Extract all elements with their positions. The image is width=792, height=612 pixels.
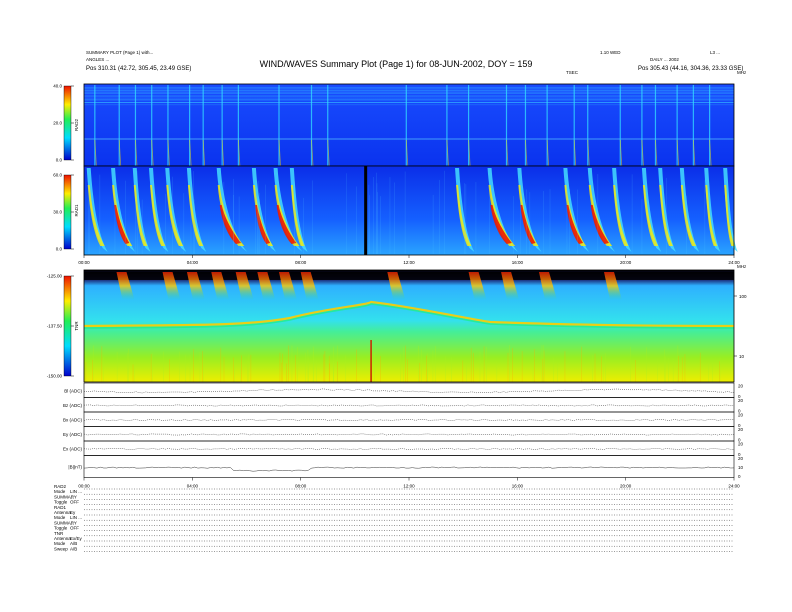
- rad-xtick-label: 04:00: [187, 260, 199, 265]
- rad1-colorbar: [63, 174, 72, 250]
- hk-right-tick: 20: [738, 456, 744, 461]
- ytick-label: -125.00: [47, 274, 63, 279]
- hk-panel-label: Bl (ADC): [64, 388, 82, 393]
- tnr-right-tick: 10: [739, 354, 745, 359]
- hk-right-tick: 10: [738, 465, 744, 470]
- hk-right-tick: 20: [738, 398, 744, 403]
- ytick-label: 0.0: [56, 247, 63, 252]
- rad-xtick-label: 08:00: [295, 260, 307, 265]
- hk-xtick-label: 08:00: [295, 484, 307, 489]
- footer-row-value: OFF: [70, 500, 79, 505]
- rad-xtick-label: 00:00: [78, 260, 90, 265]
- footer-row-value: A/B: [70, 546, 77, 551]
- header-left-line1: SUMMARY PLOT (Page 1) with...: [86, 50, 153, 55]
- summary-plot: WIND/WAVES Summary Plot (Page 1) for 08-…: [47, 50, 747, 552]
- hk-right-tick: 20: [738, 384, 744, 389]
- panel-ylabel: TNR: [74, 321, 79, 331]
- footer-row-value: OFF: [70, 526, 79, 531]
- header-right-line2: L3 ...: [710, 50, 720, 55]
- ytick-label: 30.0: [53, 210, 62, 215]
- hk-right-tick: 20: [738, 413, 744, 418]
- rad-xtick-label: 12:00: [403, 260, 415, 265]
- footer-row-label: Sweep: [54, 546, 68, 551]
- ytick-label: 0.0: [56, 158, 63, 163]
- ytick-label: 60.0: [53, 173, 62, 178]
- ytick-label: -137.50: [47, 324, 63, 329]
- hk-xtick-label: 04:00: [187, 484, 199, 489]
- header-right-line1: 1.10 WED: [600, 50, 621, 55]
- tnr-right-label: MHz: [737, 264, 747, 269]
- header-right-line4: Pos 305.43 (44.16, 304.36, 23.33 GSE): [638, 66, 743, 72]
- hk-right-tick: 20: [738, 442, 744, 447]
- tnr-colorbar: [63, 275, 72, 377]
- tnr-right-tick: 100: [739, 294, 747, 299]
- hk-xtick-label: 16:00: [512, 484, 524, 489]
- panel-ylabel: RAD2: [74, 119, 79, 132]
- plot-title: WIND/WAVES Summary Plot (Page 1) for 08-…: [260, 59, 533, 69]
- rad1-panel: [83, 165, 738, 256]
- header-right-line3: DAILY ... 2002: [650, 57, 679, 62]
- rad2-right-label: MHz: [737, 70, 747, 75]
- hk-panel-label: Ex (ADC): [63, 446, 83, 451]
- hk-panel-label: |B|(nT): [68, 465, 82, 470]
- rad1-data-gap: [364, 166, 368, 255]
- hk-panel: Bz (ADC)200: [63, 397, 744, 414]
- hk-panel: Bx (ADC)200: [63, 411, 744, 428]
- rad-xtick-label: 20:00: [620, 260, 632, 265]
- header-left-line3: Pos 310.31 (42.72, 305.45, 23.49 GSE): [86, 66, 191, 72]
- hk-panel: Ex (ADC)200: [63, 440, 744, 457]
- rad1-spectrogram: [84, 166, 734, 255]
- tnr-panel: [83, 269, 735, 383]
- rad-time-axis: 00:00 04:00 08:00 12:00 16:00 20:00 24:00: [78, 255, 740, 265]
- ytick-label: 20.0: [53, 121, 62, 126]
- ytick-label: 40.0: [53, 84, 62, 89]
- hk-panel: Ey (ADC)200: [63, 426, 744, 443]
- hk-right-tick: 20: [738, 427, 744, 432]
- ytick-label: -150.00: [47, 374, 63, 379]
- hk-panel-label: Bx (ADC): [63, 417, 83, 422]
- hk-xtick-label: 00:00: [78, 484, 90, 489]
- hk-panel: Bl (ADC)200: [64, 382, 744, 399]
- rad-xtick-label: 16:00: [512, 260, 524, 265]
- rad2-panel: [83, 83, 735, 167]
- hk-xtick-label: 20:00: [620, 484, 632, 489]
- footer-table: RAD2Mode LIN ...SUMMARY...Toggle OFFRAD1An…: [54, 484, 734, 552]
- rad2-colorbar: [63, 85, 72, 161]
- panel-ylabel: RAD1: [74, 204, 79, 217]
- hk-xtick-label: 24:00: [728, 484, 740, 489]
- header-left-line2: ANGLES ...: [86, 57, 109, 62]
- hk-panel-label: Bz (ADC): [63, 403, 83, 408]
- rad2-units-label: TSEC: [566, 70, 579, 75]
- hk-panel-label: Ey (ADC): [63, 432, 83, 437]
- hk-right-tick: 0: [738, 474, 741, 479]
- housekeeping-panels: Bl (ADC)200Bz (ADC)200Bx (ADC)200Ey (ADC…: [63, 382, 744, 489]
- hk-xtick-label: 12:00: [403, 484, 415, 489]
- hk-panel: |B|(nT) 20 10 0: [68, 455, 744, 479]
- rad2-spectrogram: [84, 84, 734, 166]
